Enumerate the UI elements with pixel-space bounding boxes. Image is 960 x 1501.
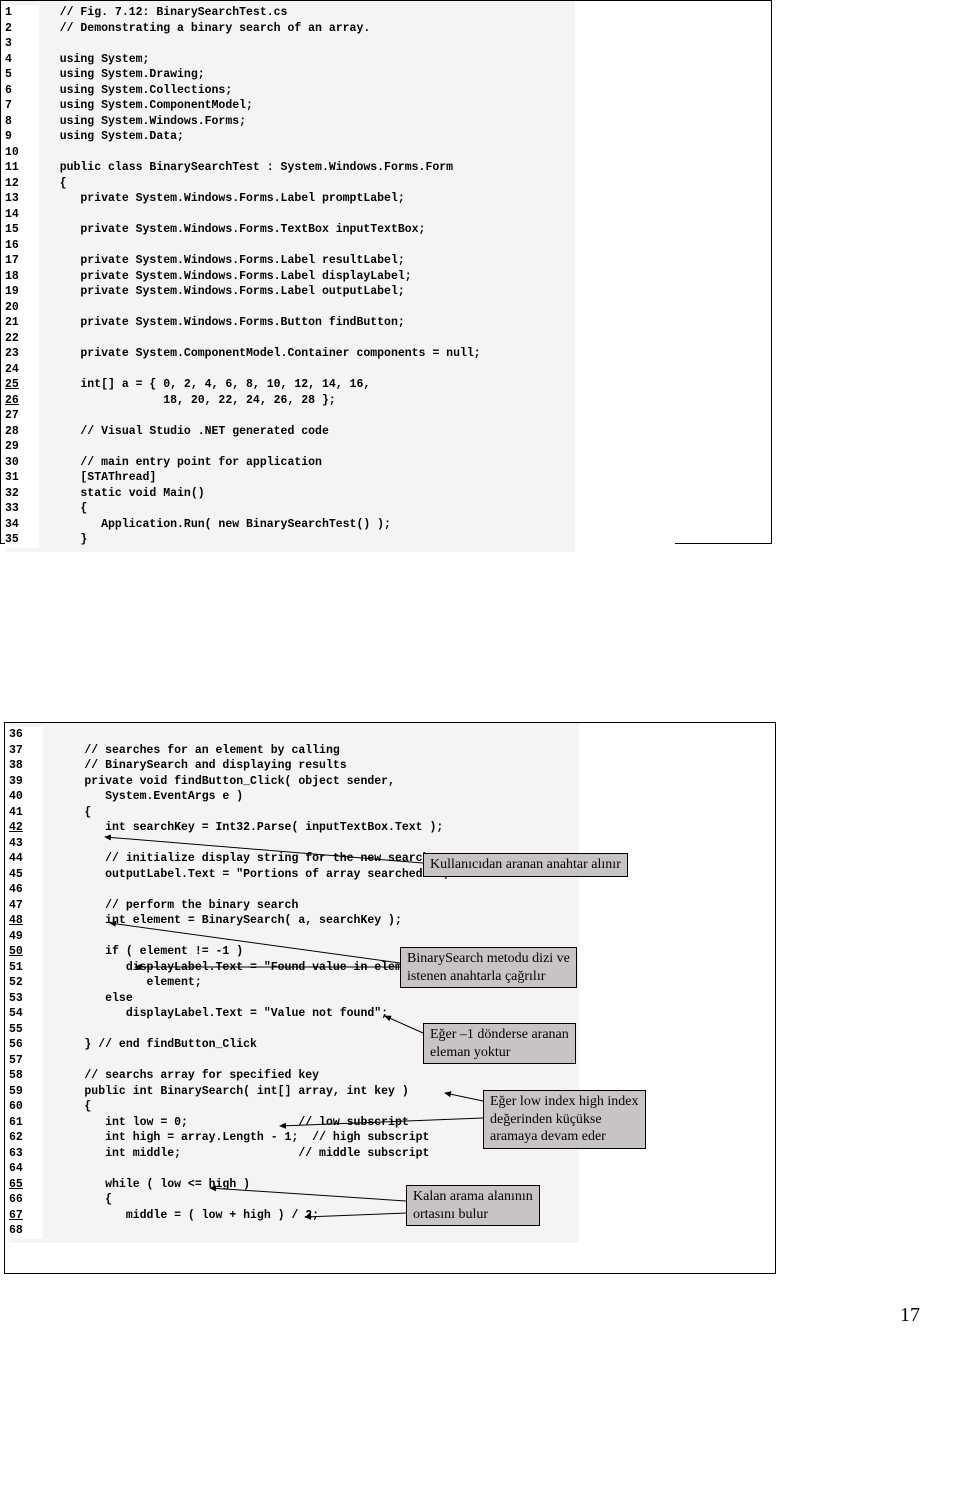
annotation-text: Eğer –1 dönderse aranan [430,1027,569,1042]
annotation-text: Kullanıcıdan aranan anahtar alınır [430,857,621,872]
annotation-search-key: Kullanıcıdan aranan anahtar alınır [423,853,628,877]
code-listing-2: 36 37 // searches for an element by call… [9,723,679,1243]
annotation-text: ortasını bulur [413,1207,488,1222]
annotation-text: eleman yoktur [430,1045,510,1060]
annotation-text: Eğer low index high index [490,1094,639,1109]
annotation-text: aramaya devam eder [490,1129,606,1144]
annotation-binarysearch-call: BinarySearch metodu dizi ve istenen anah… [400,947,577,988]
annotation-middle: Kalan arama alanının ortasını bulur [406,1185,540,1226]
code-box-2: 36 37 // searches for an element by call… [4,722,776,1274]
code-box-1: 1 // Fig. 7.12: BinarySearchTest.cs 2 //… [0,0,772,544]
code-listing-1: 1 // Fig. 7.12: BinarySearchTest.cs 2 //… [5,1,675,552]
annotation-while: Eğer low index high index değerinden küç… [483,1090,646,1149]
annotation-text: Kalan arama alanının [413,1189,533,1204]
page-number: 17 [0,1274,960,1337]
annotation-text: BinarySearch metodu dizi ve [407,951,570,966]
annotation-text: istenen anahtarla çağrılır [407,969,545,984]
annotation-text: değerinden küçükse [490,1112,602,1127]
annotation-not-found: Eğer –1 dönderse aranan eleman yoktur [423,1023,576,1064]
